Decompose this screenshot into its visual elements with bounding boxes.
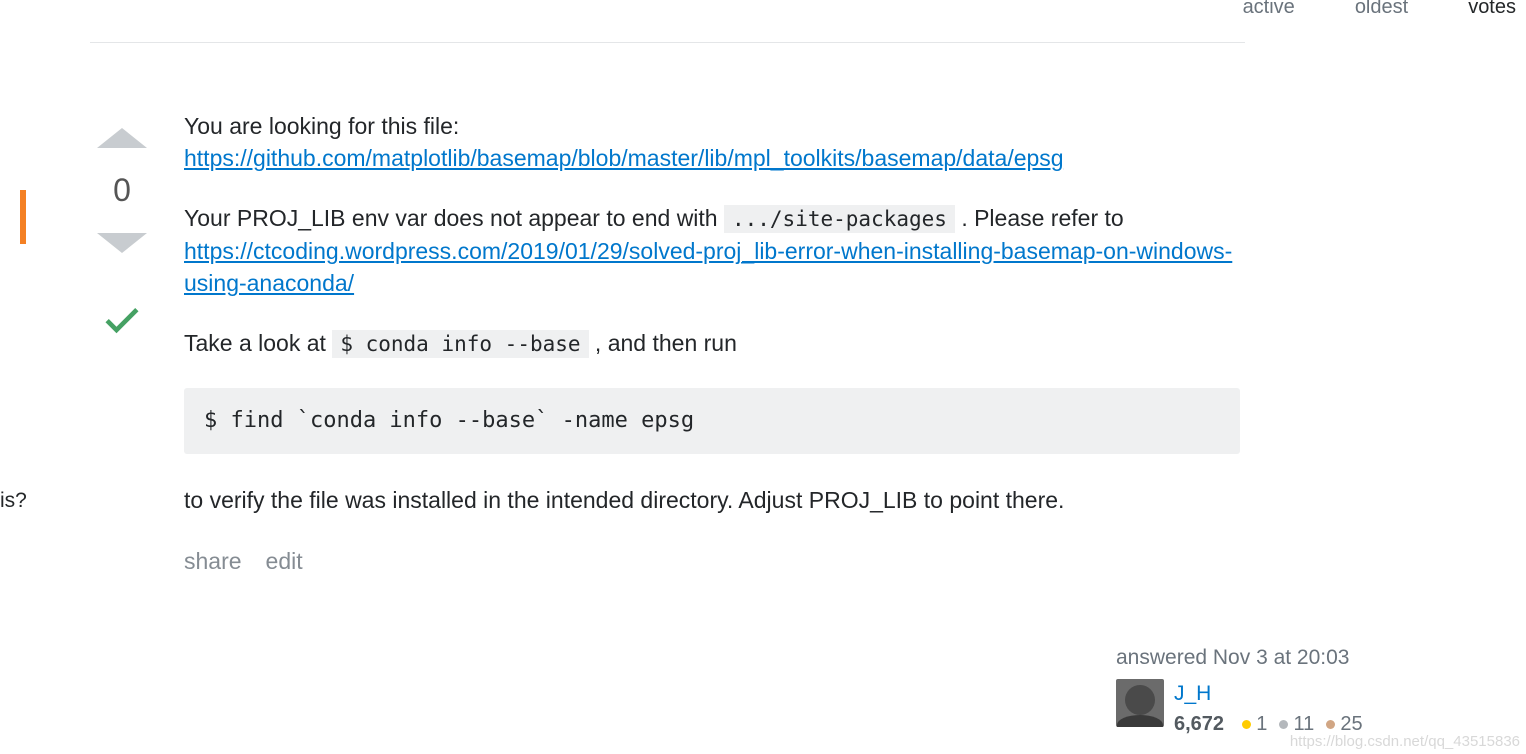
text: Take a look at — [184, 330, 332, 356]
tab-active[interactable]: active — [1243, 0, 1295, 21]
selection-marker — [20, 190, 26, 244]
inline-code: $ conda info --base — [332, 330, 588, 358]
post-actions: share edit — [184, 545, 1240, 577]
left-fragment-text: is? — [0, 486, 27, 515]
tab-votes[interactable]: votes — [1468, 0, 1516, 21]
watermark: https://blog.csdn.net/qq_43515836 — [1290, 731, 1520, 752]
vote-column: 0 — [90, 110, 154, 577]
text: Your PROJ_LIB env var does not appear to… — [184, 205, 724, 231]
divider — [90, 42, 1245, 43]
inline-code: .../site-packages — [724, 205, 955, 233]
gold-badge-icon — [1242, 720, 1251, 729]
downvote-icon[interactable] — [97, 233, 147, 253]
accepted-check-icon — [100, 297, 144, 341]
bronze-badge-icon — [1326, 720, 1335, 729]
text: , and then run — [595, 330, 737, 356]
answer: 0 You are looking for this file: https:/… — [90, 110, 1240, 577]
answered-time: answered Nov 3 at 20:03 — [1116, 643, 1466, 672]
epsg-file-link[interactable]: https://github.com/matplotlib/basemap/bl… — [184, 145, 1064, 171]
answer-body: You are looking for this file: https://g… — [184, 110, 1240, 577]
user-card: answered Nov 3 at 20:03 J_H 6,672 1 11 2… — [1116, 643, 1466, 738]
code-block: $ find `conda info --base` -name epsg — [184, 388, 1240, 455]
vote-score: 0 — [113, 168, 131, 213]
blog-link[interactable]: https://ctcoding.wordpress.com/2019/01/2… — [184, 238, 1232, 296]
tab-oldest[interactable]: oldest — [1355, 0, 1408, 21]
user-name-link[interactable]: J_H — [1174, 679, 1363, 708]
rep-number: 6,672 — [1174, 713, 1224, 735]
edit-button[interactable]: edit — [266, 545, 303, 577]
silver-badge-icon — [1279, 720, 1288, 729]
upvote-icon[interactable] — [97, 128, 147, 148]
text: to verify the file was installed in the … — [184, 484, 1240, 516]
left-strip: is? — [0, 0, 44, 754]
text: . Please refer to — [961, 205, 1123, 231]
gold-count: 1 — [1256, 713, 1267, 735]
sort-tabs: active oldest votes — [1243, 0, 1516, 21]
share-button[interactable]: share — [184, 545, 242, 577]
avatar[interactable] — [1116, 679, 1164, 727]
text: You are looking for this file: — [184, 113, 459, 139]
